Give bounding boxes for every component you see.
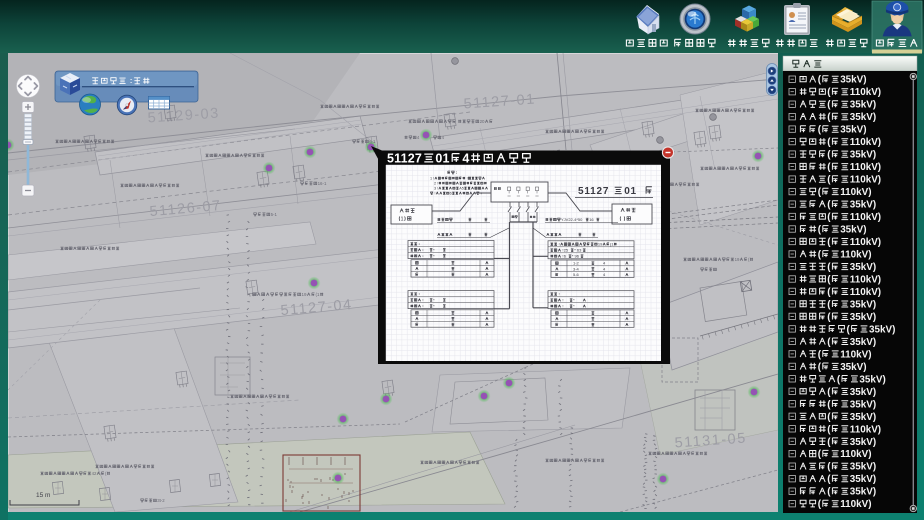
svg-text:35kV): 35kV): [840, 75, 866, 86]
svg-text:6-1: 6-1: [369, 139, 376, 144]
svg-text:110kV): 110kV): [850, 424, 881, 435]
svg-text:YJV22-4*50: YJV22-4*50: [561, 217, 583, 222]
svg-text:51127: 51127: [578, 186, 609, 197]
svg-text:110kV): 110kV): [850, 137, 881, 148]
svg-text:110kV): 110kV): [850, 237, 881, 248]
svg-text:* 96: * 96: [572, 254, 580, 259]
svg-text:51127: 51127: [387, 152, 422, 166]
svg-text:35kV): 35kV): [850, 387, 876, 398]
svg-text:51126-07: 51126-07: [149, 198, 222, 220]
svg-text:5-6: 5-6: [573, 272, 580, 277]
svg-text:A5: A5: [459, 187, 464, 191]
svg-text:3t-2: 3t-2: [157, 498, 165, 503]
svg-text:35kV): 35kV): [869, 324, 895, 335]
svg-text:1-2: 1-2: [573, 261, 580, 266]
svg-text:110kV): 110kV): [840, 349, 871, 360]
svg-text:42: 42: [92, 471, 97, 476]
svg-text:19: 19: [302, 292, 308, 297]
svg-text:35kV): 35kV): [850, 262, 876, 273]
svg-text:20: 20: [480, 119, 485, 124]
svg-text:110kV): 110kV): [850, 162, 881, 173]
svg-text:35kV): 35kV): [850, 112, 876, 123]
svg-text:35kV): 35kV): [850, 150, 876, 161]
svg-text:35kV): 35kV): [859, 374, 885, 385]
svg-text:6: 6: [450, 192, 452, 196]
svg-text:110kV): 110kV): [840, 499, 871, 510]
svg-text:2: 2: [434, 182, 436, 186]
svg-text:35kV): 35kV): [850, 437, 876, 448]
svg-text:35kV): 35kV): [840, 125, 866, 136]
svg-text:35kV): 35kV): [850, 337, 876, 348]
svg-text:16-1: 16-1: [318, 181, 327, 186]
svg-text:35kV): 35kV): [850, 462, 876, 473]
svg-text:35kV): 35kV): [850, 412, 876, 423]
svg-text:35kV): 35kV): [850, 100, 876, 111]
svg-text:1: 1: [401, 217, 404, 223]
svg-text:110kV): 110kV): [850, 275, 881, 286]
svg-text:110kV): 110kV): [850, 175, 881, 186]
svg-text:110kV): 110kV): [850, 87, 881, 98]
svg-text:35kV): 35kV): [850, 487, 876, 498]
svg-text:35kV): 35kV): [850, 312, 876, 323]
svg-text:35kV): 35kV): [850, 474, 876, 485]
svg-text:25: 25: [564, 248, 569, 253]
svg-text:3: 3: [434, 187, 436, 191]
svg-text:51127-01: 51127-01: [463, 92, 536, 113]
svg-text:110kV): 110kV): [850, 287, 881, 298]
svg-text:110kV): 110kV): [840, 187, 871, 198]
svg-text:35kV): 35kV): [850, 399, 876, 410]
svg-text:35kV): 35kV): [850, 299, 876, 310]
svg-text:4: 4: [462, 152, 469, 166]
svg-text:15 m: 15 m: [36, 492, 50, 499]
svg-text:35kV): 35kV): [850, 200, 876, 211]
svg-text:35kV): 35kV): [840, 225, 866, 236]
svg-text:(: (: [748, 257, 750, 262]
svg-text:4: 4: [417, 135, 420, 140]
svg-text:* 63: * 63: [574, 248, 582, 253]
svg-text:1: 1: [430, 177, 432, 181]
svg-text:(1: (1: [316, 292, 320, 297]
svg-text:110kV): 110kV): [840, 250, 871, 261]
svg-text:19: 19: [598, 242, 603, 247]
svg-text:110kV): 110kV): [850, 212, 881, 223]
svg-text:3-4: 3-4: [573, 266, 580, 271]
svg-text:19: 19: [735, 257, 740, 262]
svg-text:35kV): 35kV): [840, 362, 866, 373]
svg-text:01: 01: [624, 186, 637, 197]
svg-text:110kV): 110kV): [840, 449, 871, 460]
svg-text:01: 01: [435, 152, 449, 166]
svg-text:16: 16: [589, 217, 594, 222]
svg-text:5-1: 5-1: [271, 212, 278, 217]
